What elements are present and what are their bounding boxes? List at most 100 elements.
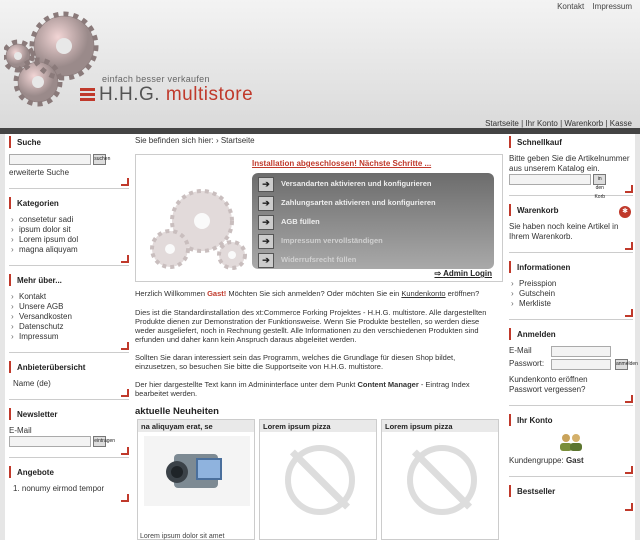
arrow-icon: ⇨	[434, 269, 444, 278]
search-box-title: Suche	[9, 136, 129, 148]
information-title: Informationen	[509, 261, 633, 273]
breadcrumb-current[interactable]: Startseite	[221, 136, 255, 145]
top-link-kontakt[interactable]: Kontakt	[557, 2, 584, 11]
nav-startseite[interactable]: Startseite	[485, 119, 519, 128]
manufacturer-select[interactable]: Name (de)	[9, 379, 129, 389]
cart-box: Warenkorb ✱ Sie haben noch keine Artikel…	[509, 204, 633, 253]
newsletter-submit-button[interactable]: eintragen	[93, 436, 115, 447]
step-agb[interactable]: ➔ AGB füllen	[258, 213, 488, 230]
admin-login-link[interactable]: ⇨ Admin Login	[434, 269, 492, 278]
login-button[interactable]: anmelden	[615, 359, 638, 370]
product-name[interactable]: na aliquyam erat, se	[138, 420, 254, 432]
brand-name-b: multistore	[165, 84, 254, 105]
info-link-gutschein[interactable]: Gutschein	[509, 289, 633, 299]
intro-paragraph-1: Dies ist die Standardinstallation des xt…	[135, 308, 487, 344]
gears-illustration-icon	[150, 189, 247, 270]
step-widerrufsrecht[interactable]: ➔ Widerrufsrecht füllen	[258, 251, 488, 268]
install-next-steps-link[interactable]: Installation abgeschlossen! Nächste Schr…	[252, 159, 431, 168]
no-image-icon	[285, 445, 355, 515]
header-divider	[0, 128, 640, 134]
main-nav: Startseite | Ihr Konto | Warenkorb | Kas…	[485, 119, 632, 128]
category-item[interactable]: consetetur sadi	[9, 215, 129, 225]
manufacturers-title: Anbieterübersicht	[9, 361, 129, 373]
account-title: Ihr Konto	[509, 414, 633, 426]
new-products-title: aktuelle Neuheiten	[135, 406, 219, 417]
product-card[interactable]: Lorem ipsum pizza	[259, 419, 377, 540]
main-content: Sie befinden sich hier: › Startseite Ins…	[135, 136, 503, 540]
no-image-icon	[407, 445, 477, 515]
frame-right	[635, 134, 640, 540]
step-shipping[interactable]: ➔ Versandarten aktivieren und konfigurier…	[258, 175, 488, 192]
camcorder-image	[144, 436, 250, 506]
info-link-impressum[interactable]: Impressum	[9, 332, 129, 342]
tagline: einfach besser verkaufen	[102, 74, 210, 84]
breadcrumb-label: Sie befinden sich hier:	[135, 136, 214, 145]
categories-box: Kategorien consetetur sadi ipsum dolor s…	[9, 197, 129, 266]
brand-logo[interactable]: H.H.G. multistore	[80, 84, 253, 106]
product-card[interactable]: Lorem ipsum pizza	[381, 419, 499, 540]
info-link-preisspion[interactable]: Preisspion	[509, 279, 633, 289]
quick-buy-button[interactable]: in den Korb	[593, 174, 607, 200]
info-link-agb[interactable]: Unsere AGB	[9, 302, 129, 312]
header: Kontakt Impressum einfach besser verkauf…	[0, 0, 640, 128]
more-about-title: Mehr über...	[9, 274, 129, 286]
newsletter-email-input[interactable]	[9, 436, 91, 447]
customer-group: Kundengruppe: Gast	[509, 456, 584, 465]
cart-empty-text: Sie haben noch keine Artikel in Ihrem Wa…	[509, 222, 619, 241]
breadcrumb: Sie befinden sich hier: › Startseite	[135, 136, 255, 145]
category-item[interactable]: Lorem ipsum dol	[9, 235, 129, 245]
product-card[interactable]: na aliquyam erat, se Lorem ipsum dolor s…	[137, 419, 255, 540]
info-link-merkliste[interactable]: Merkliste	[509, 299, 633, 309]
welcome-guest: Gast!	[207, 289, 227, 298]
nav-warenkorb[interactable]: Warenkorb	[564, 119, 603, 128]
bars-icon	[80, 88, 95, 101]
product-name[interactable]: Lorem ipsum pizza	[260, 420, 376, 432]
category-item[interactable]: ipsum dolor sit	[9, 225, 129, 235]
newsletter-title: Newsletter	[9, 408, 129, 420]
advanced-search-link[interactable]: erweiterte Suche	[9, 168, 129, 178]
info-link-datenschutz[interactable]: Datenschutz	[9, 322, 129, 332]
arrow-right-icon: ➔	[258, 233, 274, 249]
login-password-label: Passwort:	[509, 359, 545, 368]
info-link-kontakt[interactable]: Kontakt	[9, 292, 129, 302]
forgot-password-link[interactable]: Passwort vergessen?	[509, 385, 633, 395]
cart-icon[interactable]: ✱	[619, 206, 631, 218]
categories-title: Kategorien	[9, 197, 129, 209]
step-impressum[interactable]: ➔ Impressum vervollständigen	[258, 232, 488, 249]
product-name[interactable]: Lorem ipsum pizza	[382, 420, 498, 432]
quick-buy-text: Bitte geben Sie die Artikelnummer aus un…	[509, 154, 630, 173]
register-link[interactable]: Kundenkonto eröffnen	[509, 375, 633, 385]
manufacturers-box: Anbieterübersicht Name (de)	[9, 361, 129, 400]
left-sidebar: Suche suchen erweiterte Suche Kategorien…	[9, 136, 129, 512]
newsletter-box: Newsletter E-Mail eintragen	[9, 408, 129, 458]
category-item[interactable]: magna aliquyam	[9, 245, 129, 255]
login-box: Anmelden E-Mail Passwort: anmelden Kunden…	[509, 328, 638, 406]
more-about-box: Mehr über... Kontakt Unsere AGB Versandk…	[9, 274, 129, 353]
create-account-link[interactable]: Kundenkonto	[401, 289, 445, 298]
info-link-versandkosten[interactable]: Versandkosten	[9, 312, 129, 322]
top-links: Kontakt Impressum	[551, 2, 632, 11]
arrow-right-icon: ➔	[258, 195, 274, 211]
quick-buy-box: Schnellkauf Bitte geben Sie die Artikeln…	[509, 136, 633, 200]
search-input[interactable]	[9, 154, 91, 165]
bestseller-box: Bestseller	[509, 485, 633, 513]
step-payment[interactable]: ➔ Zahlungsarten aktivieren und konfigurie…	[258, 194, 488, 211]
search-box: Suche suchen erweiterte Suche	[9, 136, 129, 189]
search-button[interactable]: suchen	[93, 154, 110, 165]
login-email-input[interactable]	[551, 346, 611, 357]
quick-buy-input[interactable]	[509, 174, 591, 185]
newsletter-email-label: E-Mail	[9, 426, 32, 435]
login-password-row: Passwort: anmelden	[509, 359, 638, 375]
login-password-input[interactable]	[551, 359, 611, 370]
nav-ihr-konto[interactable]: Ihr Konto	[525, 119, 557, 128]
login-email-label: E-Mail	[509, 346, 532, 355]
top-link-impressum[interactable]: Impressum	[592, 2, 632, 11]
nav-kasse[interactable]: Kasse	[610, 119, 632, 128]
specials-title: Angebote	[9, 466, 129, 478]
install-panel: Installation abgeschlossen! Nächste Schr…	[135, 154, 503, 282]
specials-item[interactable]: 1. nonumy eirmod tempor	[9, 484, 129, 494]
intro-paragraph-3: Der hier dargestellte Text kann im Admin…	[135, 380, 470, 398]
arrow-right-icon: ➔	[258, 176, 274, 192]
product-caption: Lorem ipsum dolor sit amet	[140, 533, 225, 540]
bestseller-title: Bestseller	[509, 485, 633, 497]
